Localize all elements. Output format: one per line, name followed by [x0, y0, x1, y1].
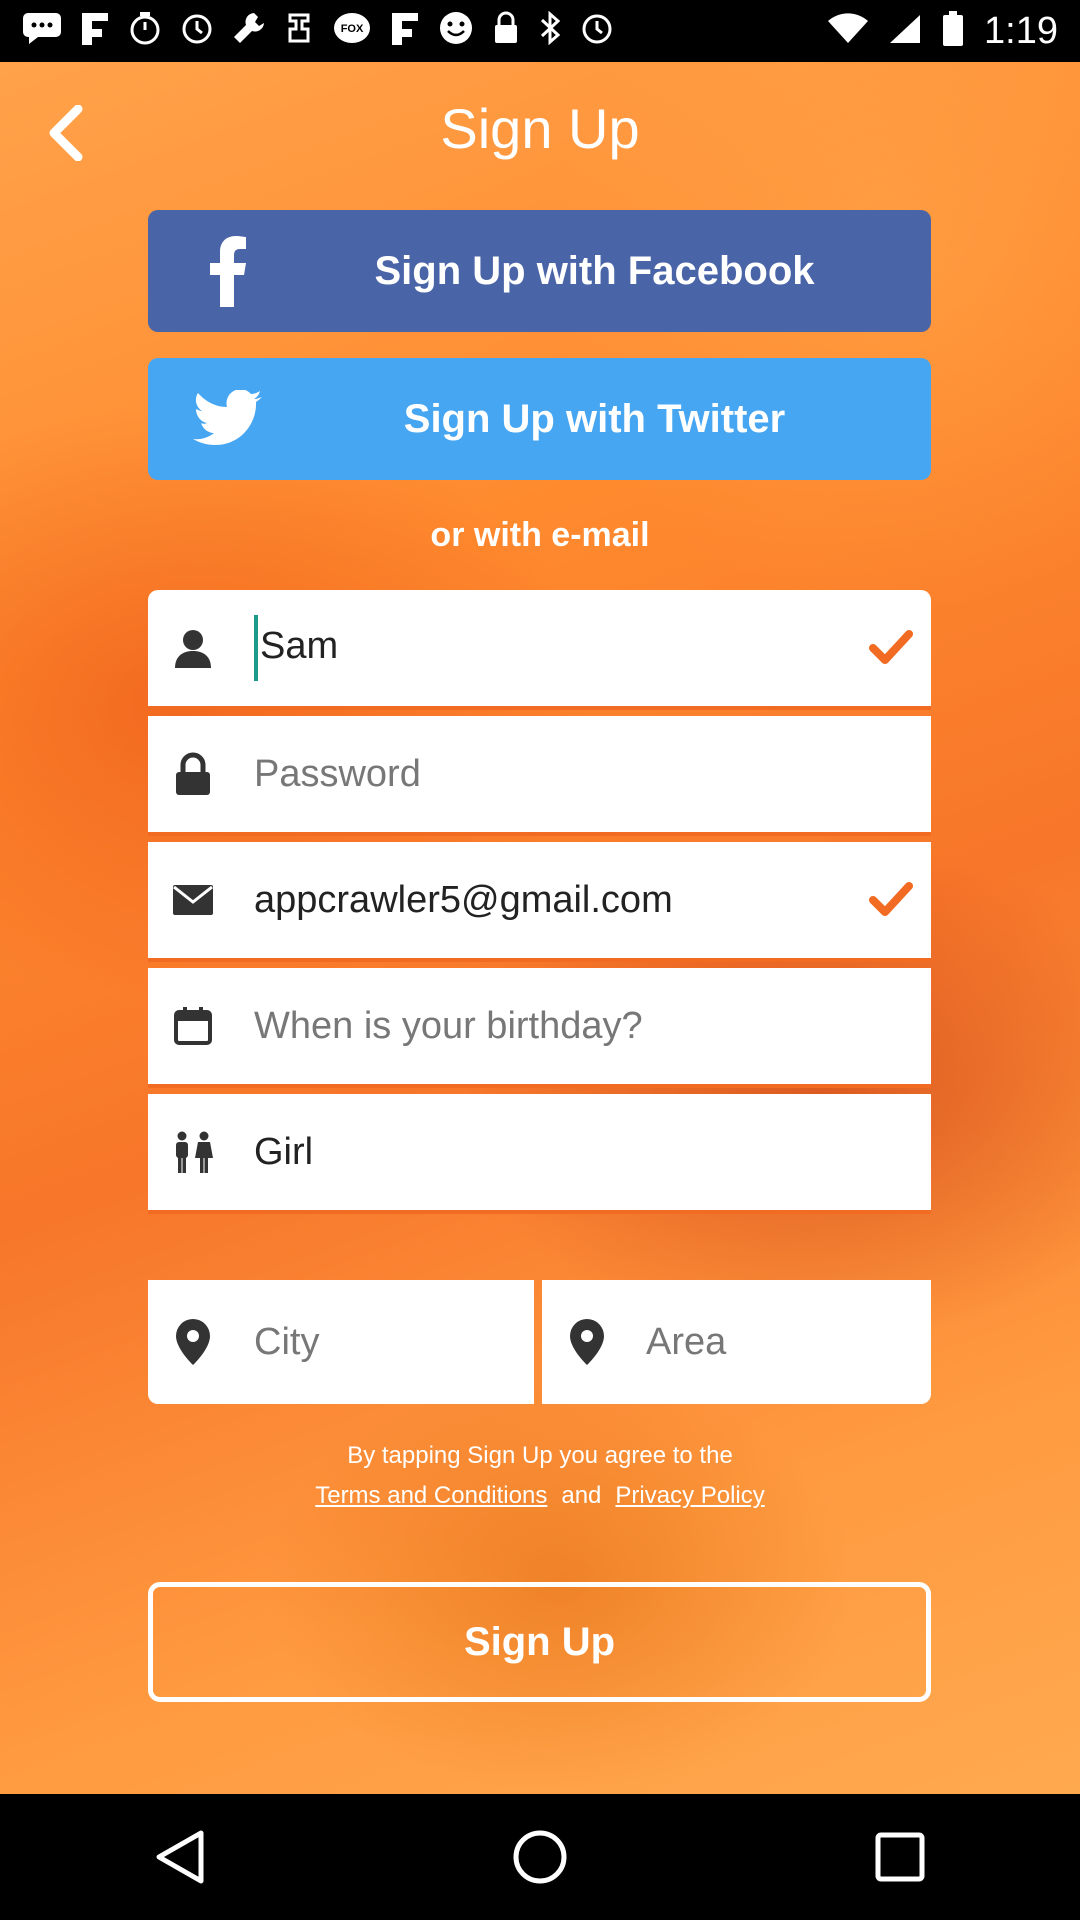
timer-icon [128, 11, 162, 51]
password-input[interactable]: Password [254, 753, 851, 796]
checkmark-icon [865, 590, 917, 706]
twitter-signup-label: Sign Up with Twitter [403, 396, 786, 441]
chat-icon [22, 11, 62, 51]
nav-recents-button[interactable] [840, 1797, 960, 1917]
terms-notice: By tapping Sign Up you agree to the [347, 1442, 733, 1469]
svg-text:FOX: FOX [341, 23, 364, 35]
birthday-field[interactable]: When is your birthday? [148, 968, 931, 1088]
email-input[interactable]: appcrawler5@gmail.com [254, 879, 851, 922]
signup-button[interactable]: Sign Up [148, 1582, 931, 1702]
checkmark-icon [865, 842, 917, 958]
page-title: Sign Up [440, 97, 640, 160]
signal-icon [888, 13, 922, 50]
circle-home-icon [513, 1830, 567, 1884]
status-time: 1:19 [984, 9, 1058, 52]
city-input[interactable]: City [254, 1321, 319, 1364]
nav-home-button[interactable] [480, 1797, 600, 1917]
terms-and-conditions-link[interactable]: Terms and Conditions [315, 1482, 547, 1509]
lock-icon [492, 11, 520, 51]
twitter-signup-button[interactable]: Sign Up with Twitter [148, 358, 931, 480]
bluetooth-icon [538, 10, 562, 51]
location-pin-icon [168, 1280, 218, 1404]
user-icon [168, 590, 218, 706]
fox-sports-icon: FOX [332, 11, 372, 51]
city-field[interactable]: City [148, 1280, 534, 1404]
alarm-icon [580, 11, 614, 51]
text-cursor [254, 615, 258, 681]
nav-back-button[interactable] [120, 1797, 240, 1917]
password-field[interactable]: Password [148, 716, 931, 836]
gender-select[interactable]: Girl [254, 1131, 851, 1174]
envelope-icon [168, 842, 218, 958]
smiley-icon [438, 10, 474, 52]
location-pin-icon [562, 1280, 612, 1404]
facebook-signup-button[interactable]: Sign Up with Facebook [148, 210, 931, 332]
wifi-icon [828, 12, 869, 50]
tool-icon [284, 11, 314, 51]
wrench-icon [232, 11, 266, 51]
area-input[interactable]: Area [646, 1321, 726, 1364]
square-recents-icon [875, 1832, 925, 1882]
flipboard-icon [80, 11, 110, 51]
name-value: Sam [260, 625, 339, 668]
area-field[interactable]: Area [542, 1280, 931, 1404]
flipboard-icon [390, 11, 420, 51]
birthday-input[interactable]: When is your birthday? [254, 1005, 851, 1048]
status-bar: FOX 1:19 [0, 0, 1080, 62]
gender-field[interactable]: Girl [148, 1094, 931, 1214]
battery-icon [942, 10, 964, 52]
triangle-back-icon [156, 1830, 204, 1884]
notification-icons: FOX [22, 10, 614, 52]
email-divider-label: or with e-mail [430, 516, 650, 554]
signup-screen: Sign Up Sign Up with Facebook Sign Up wi… [0, 62, 1080, 1794]
alarm-icon [180, 11, 214, 51]
gender-icon [168, 1094, 218, 1210]
calendar-icon [168, 968, 218, 1084]
terms-links: Terms and Conditions and Privacy Policy [0, 1482, 1080, 1510]
name-input[interactable]: Sam [254, 615, 851, 681]
system-nav-bar [0, 1794, 1080, 1920]
lock-icon [168, 716, 218, 832]
facebook-signup-label: Sign Up with Facebook [374, 248, 815, 293]
terms-and-text: and [561, 1482, 602, 1509]
email-field[interactable]: appcrawler5@gmail.com [148, 842, 931, 962]
privacy-policy-link[interactable]: Privacy Policy [615, 1482, 764, 1509]
name-field[interactable]: Sam [148, 590, 931, 710]
